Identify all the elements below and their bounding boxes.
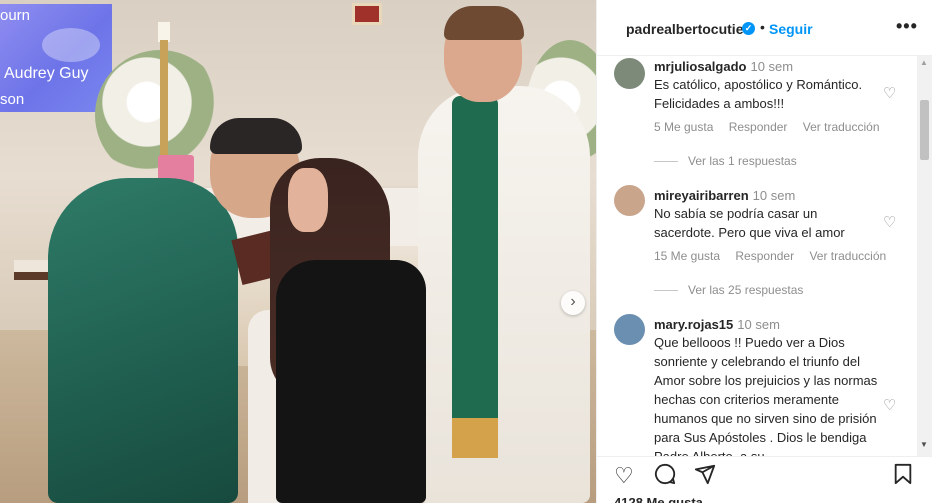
scroll-up-icon[interactable]: ▲ bbox=[920, 58, 928, 67]
comment-author[interactable]: mary.rojas15 10 sem bbox=[654, 317, 780, 332]
avatar[interactable] bbox=[614, 185, 645, 216]
priest-stole bbox=[452, 96, 498, 452]
comment-text: Que bellooos !! Puedo ver a Dios sonrien… bbox=[654, 335, 878, 456]
comment-time: 10 sem bbox=[737, 317, 780, 332]
screen-line-3: son bbox=[0, 91, 25, 108]
screen-line-1: ourn bbox=[0, 7, 31, 24]
translate-button[interactable]: Ver traducción bbox=[809, 249, 886, 263]
comment-meta: 15 Me gusta Responder Ver traducción bbox=[654, 249, 898, 263]
stole-fringe bbox=[452, 418, 498, 458]
projection-screen: ourn Audrey Guy son bbox=[0, 4, 112, 112]
comment-time: 10 sem bbox=[750, 59, 794, 74]
comment-likes[interactable]: 15 Me gusta bbox=[654, 249, 720, 263]
comment-time: 10 sem bbox=[752, 188, 796, 203]
comment-text: Es católico, apostólico y Romántico. Fel… bbox=[654, 77, 863, 111]
replies-line bbox=[654, 161, 678, 163]
post-side-panel: padrealbertocutie ✓ • Seguir ••• mrjulio… bbox=[596, 0, 932, 503]
avatar[interactable] bbox=[614, 58, 645, 89]
translate-button[interactable]: Ver traducción bbox=[803, 120, 880, 134]
groom-vestment bbox=[48, 178, 238, 503]
post-header: padrealbertocutie ✓ • Seguir ••• bbox=[597, 0, 932, 56]
scroll-thumb[interactable] bbox=[920, 100, 929, 160]
next-image-button[interactable]: › bbox=[561, 291, 585, 315]
follow-button[interactable]: Seguir bbox=[769, 21, 813, 37]
like-comment-icon[interactable]: ♡ bbox=[883, 84, 896, 102]
reply-button[interactable]: Responder bbox=[735, 249, 794, 263]
comment-username[interactable]: mireyairibarren bbox=[654, 188, 749, 203]
comment-bubble-icon bbox=[654, 463, 676, 485]
comments-scrollbar[interactable]: ▲ ▼ bbox=[917, 56, 932, 456]
screen-line-2: Audrey Guy bbox=[4, 65, 89, 82]
reply-button[interactable]: Responder bbox=[729, 120, 788, 134]
heart-graphic bbox=[42, 28, 100, 62]
stained-window bbox=[352, 3, 382, 25]
replies-label[interactable]: Ver las 25 respuestas bbox=[688, 283, 803, 297]
like-comment-icon[interactable]: ♡ bbox=[883, 396, 896, 414]
like-comment-icon[interactable]: ♡ bbox=[883, 213, 896, 231]
comment-author[interactable]: mireyairibarren 10 sem bbox=[654, 188, 795, 203]
replies-label[interactable]: Ver las 1 respuestas bbox=[688, 154, 797, 168]
comment-username[interactable]: mrjuliosalgado bbox=[654, 59, 746, 74]
priest-hair bbox=[444, 6, 524, 40]
more-options-icon[interactable]: ••• bbox=[896, 16, 918, 37]
comment-text: No sabía se podría casar un sacerdote. P… bbox=[654, 206, 845, 240]
post-actions: ♡ 4128 Me gusta bbox=[597, 456, 932, 503]
bookmark-icon bbox=[894, 463, 912, 485]
save-icon[interactable] bbox=[893, 463, 913, 491]
bride-dress bbox=[276, 260, 426, 503]
groom-hair bbox=[210, 118, 302, 154]
view-replies-button[interactable]: Ver las 1 respuestas bbox=[654, 154, 797, 168]
likes-count[interactable]: 4128 Me gusta bbox=[614, 495, 703, 503]
comments-list[interactable]: mrjuliosalgado 10 sem Es católico, apostó… bbox=[597, 56, 917, 456]
post-photo[interactable]: ourn Audrey Guy son › bbox=[0, 0, 596, 503]
share-icon[interactable] bbox=[694, 463, 716, 491]
view-replies-button[interactable]: Ver las 25 respuestas bbox=[654, 283, 803, 297]
avatar[interactable] bbox=[614, 314, 645, 345]
candle-top bbox=[158, 22, 170, 42]
scroll-down-icon[interactable]: ▼ bbox=[920, 440, 928, 449]
replies-line bbox=[654, 290, 678, 292]
paper-plane-icon bbox=[694, 464, 716, 485]
comment-username[interactable]: mary.rojas15 bbox=[654, 317, 733, 332]
separator-dot: • bbox=[760, 19, 765, 35]
comment-meta: 5 Me gusta Responder Ver traducción bbox=[654, 120, 892, 134]
comment-author[interactable]: mrjuliosalgado 10 sem bbox=[654, 59, 793, 74]
verified-icon: ✓ bbox=[742, 22, 755, 35]
comment-likes[interactable]: 5 Me gusta bbox=[654, 120, 713, 134]
author-username[interactable]: padrealbertocutie bbox=[626, 21, 743, 37]
like-icon[interactable]: ♡ bbox=[614, 463, 634, 489]
bride-face bbox=[288, 168, 328, 232]
comment-icon[interactable] bbox=[654, 463, 676, 491]
